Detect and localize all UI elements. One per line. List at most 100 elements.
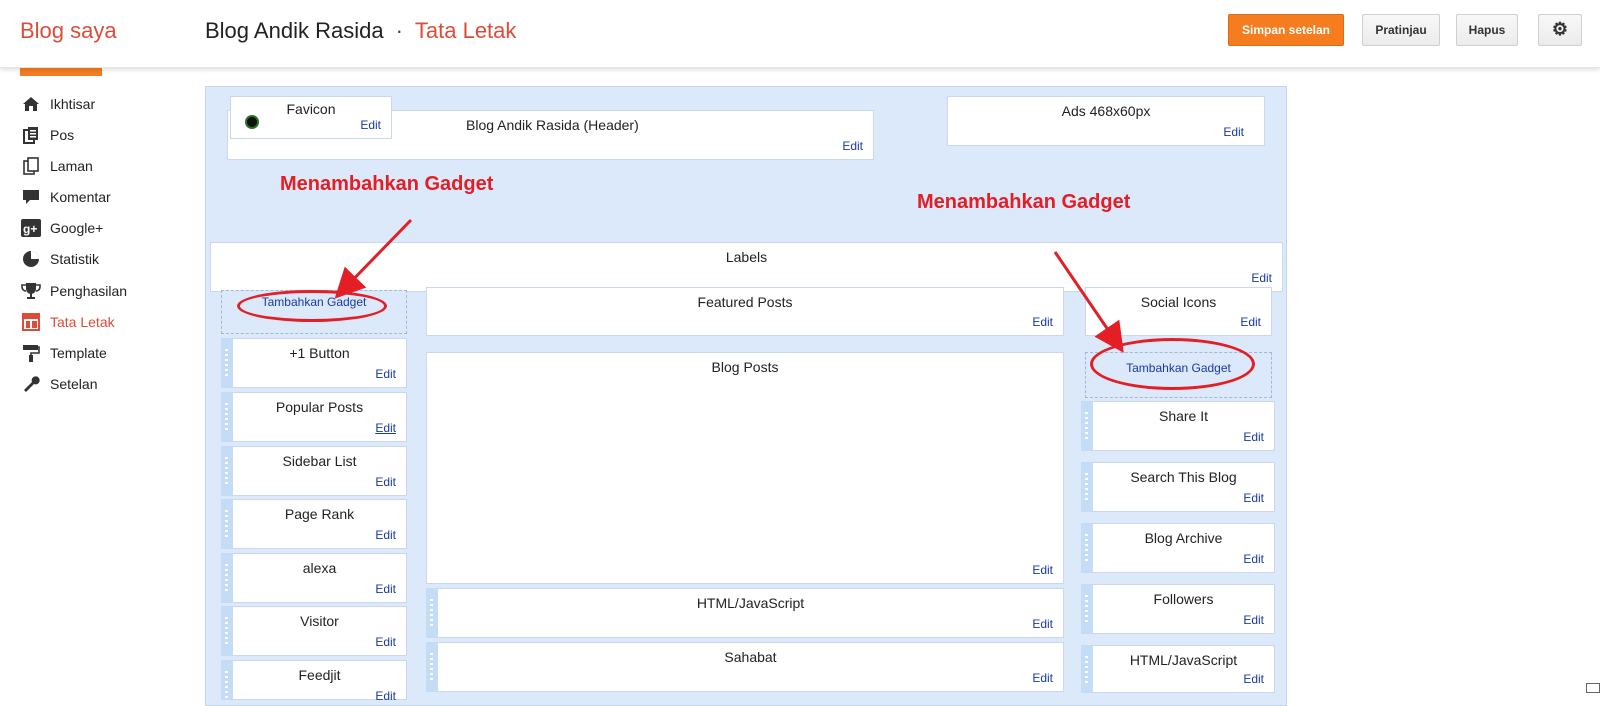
gadget-box[interactable]: Page Rank Edit [221,499,407,549]
sidebar-item-laman[interactable]: Laman [20,154,93,178]
gadget-box[interactable]: Share It Edit [1081,401,1275,451]
gadget-title: Social Icons [1140,294,1217,310]
gadget-title: Sidebar List [282,453,357,469]
edit-link[interactable]: Edit [1032,671,1053,685]
wrench-icon [20,374,42,394]
gadget-box[interactable]: Search This Blog Edit [1081,462,1275,512]
sidebar-item-penghasilan[interactable]: Penghasilan [20,279,127,303]
sidebar-item-label: Statistik [50,251,100,267]
gadget-box[interactable]: Visitor Edit [221,606,407,656]
edit-link[interactable]: Edit [375,421,396,435]
edit-link[interactable]: Edit [375,475,396,489]
sidebar-item-tata-letak[interactable]: Tata Letak [20,310,115,334]
blog-posts-gadget[interactable]: Blog Posts Edit [426,352,1064,584]
gadget-title: Share It [1158,408,1209,424]
gadget-box[interactable]: Blog Archive Edit [1081,523,1275,573]
brand-link[interactable]: Blog saya [20,18,117,44]
save-button[interactable]: Simpan setelan [1228,14,1344,46]
gadget-title: Sahabat [724,649,777,665]
sidebar-item-label: Ikhtisar [50,96,96,112]
edit-link[interactable]: Edit [360,118,381,132]
blog-name[interactable]: Blog Andik Rasida [205,18,384,43]
edit-link[interactable]: Edit [842,139,863,153]
edit-link[interactable]: Edit [375,582,396,596]
sidebar-item-komentar[interactable]: Komentar [20,185,111,209]
layout-icon [20,312,42,332]
edit-link[interactable]: Edit [1243,491,1264,505]
resize-corner-icon [1586,683,1600,693]
active-indicator [20,68,102,76]
gadget-box[interactable]: Popular Posts Edit [221,392,407,442]
trophy-icon [20,281,42,301]
gadget-box[interactable]: Sidebar List Edit [221,446,407,496]
gadget-box[interactable]: HTML/JavaScript Edit [426,588,1064,638]
gadget-title: Labels [725,249,768,265]
comment-icon [20,187,42,207]
edit-link[interactable]: Edit [1243,672,1264,686]
favicon-gadget: Favicon Edit [230,96,392,139]
gadget-title: Visitor [300,613,339,629]
page-title: Tata Letak [414,18,517,43]
highlight-ellipse-right [1090,338,1255,390]
gadget-title: Favicon [286,101,336,117]
settings-button[interactable]: ⚙ [1538,14,1582,46]
featured-posts-gadget[interactable]: Featured Posts Edit [426,287,1064,336]
edit-link[interactable]: Edit [375,689,396,703]
gear-icon: ⚙ [1551,19,1569,39]
edit-link[interactable]: Edit [1032,315,1053,329]
edit-link[interactable]: Edit [1032,563,1053,577]
labels-gadget: Labels Edit [210,242,1283,292]
pie-chart-icon [20,249,42,269]
posts-icon [20,125,42,145]
delete-button[interactable]: Hapus [1456,14,1518,46]
edit-link[interactable]: Edit [1240,315,1261,329]
gadget-title: Popular Posts [275,399,364,415]
breadcrumb-separator: · [395,18,403,43]
edit-link[interactable]: Edit [1243,430,1264,444]
edit-link[interactable]: Edit [375,528,396,542]
gadget-title: Search This Blog [1130,469,1237,485]
sidebar-item-pos[interactable]: Pos [20,123,74,147]
gadget-title: Featured Posts [697,294,793,310]
edit-link[interactable]: Edit [1251,271,1272,285]
sidebar-item-label: Pos [50,127,75,143]
sidebar-item-setelan[interactable]: Setelan [20,372,97,396]
sidebar-item-statistik[interactable]: Statistik [20,247,99,271]
sidebar-item-label: Komentar [50,189,111,205]
gadget-title: HTML/JavaScript [1129,652,1238,668]
sidebar-item-label: Penghasilan [50,283,128,299]
gadget-title: Ads 468x60px [1061,103,1151,119]
gadget-title: +1 Button [289,345,350,361]
sidebar-item-label: Tata Letak [50,314,115,330]
gadget-title: Page Rank [284,506,355,522]
gadget-box[interactable]: Sahabat Edit [426,642,1064,692]
gadget-box[interactable]: Followers Edit [1081,584,1275,634]
highlight-ellipse-left [237,290,387,322]
gadget-title: Blog Andik Rasida (Header) [466,117,639,133]
gadget-title: Blog Archive [1144,530,1223,546]
edit-link[interactable]: Edit [375,635,396,649]
sidebar-item-google-plus[interactable]: g+ Google+ [20,216,103,240]
favicon-icon [245,115,259,129]
sidebar-item-label: Template [50,345,107,361]
edit-link[interactable]: Edit [1243,552,1264,566]
edit-link[interactable]: Edit [1032,617,1053,631]
gadget-title: Followers [1153,591,1214,607]
paint-roller-icon [20,343,42,363]
social-icons-gadget[interactable]: Social Icons Edit [1085,287,1272,336]
gadget-box[interactable]: alexa Edit [221,553,407,603]
gadget-title: HTML/JavaScript [696,595,805,611]
gadget-title: Blog Posts [711,359,779,375]
edit-link[interactable]: Edit [1223,125,1244,139]
preview-button[interactable]: Pratinjau [1362,14,1440,46]
gadget-box[interactable]: Feedjit Edit [221,660,407,703]
gadget-box[interactable]: +1 Button Edit [221,338,407,388]
annotation-left: Menambahkan Gadget [280,173,494,195]
edit-link[interactable]: Edit [375,367,396,381]
sidebar-item-label: Google+ [50,220,104,236]
svg-text:g+: g+ [23,222,37,236]
edit-link[interactable]: Edit [1243,613,1264,627]
sidebar-item-ikhtisar[interactable]: Ikhtisar [20,92,95,116]
sidebar-item-template[interactable]: Template [20,341,107,365]
gadget-box[interactable]: HTML/JavaScript Edit [1081,645,1275,693]
